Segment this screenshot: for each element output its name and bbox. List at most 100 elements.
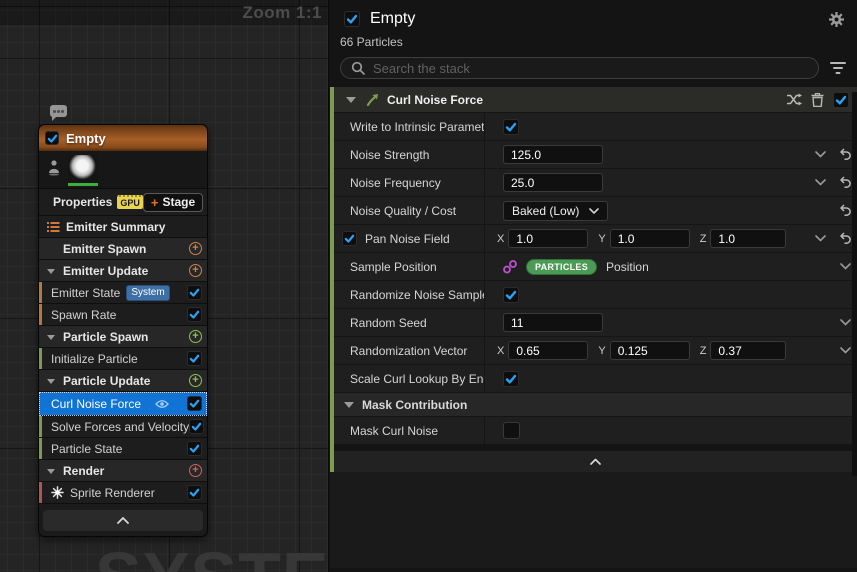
node-row-sprite-renderer[interactable]: Sprite Renderer: [39, 482, 207, 504]
mask-curl-noise-checkbox[interactable]: [503, 422, 520, 439]
node-row-particle-state[interactable]: Particle State: [39, 438, 207, 460]
axis-y-label: Y: [598, 233, 605, 245]
scale-curl-checkbox[interactable]: [503, 371, 519, 387]
chevron-down-icon[interactable]: [815, 179, 826, 186]
write-intrinsic-checkbox[interactable]: [503, 119, 519, 135]
module-enabled-checkbox[interactable]: [187, 285, 202, 300]
stack-collapse-button[interactable]: [334, 451, 857, 472]
gear-icon[interactable]: [828, 11, 845, 28]
search-row: Search the stack: [330, 49, 857, 87]
rand-y-input[interactable]: [610, 341, 690, 360]
property-row-mask-curl-noise: Mask Curl Noise: [334, 417, 857, 445]
node-row-emitter-state[interactable]: Emitter State System: [39, 282, 207, 304]
property-row-write-intrinsic: Write to Intrinsic Paramet: [334, 113, 857, 141]
comment-bubble-icon[interactable]: [50, 105, 67, 117]
chevron-down-icon[interactable]: [840, 319, 851, 326]
random-seed-input[interactable]: [503, 313, 603, 332]
person-icon: [48, 159, 60, 177]
graph-watermark: SYSTEM: [95, 537, 329, 572]
chevron-down-icon[interactable]: [840, 263, 851, 270]
search-icon: [351, 61, 365, 75]
chevron-down-icon[interactable]: [47, 269, 55, 274]
chevron-down-icon[interactable]: [840, 347, 851, 354]
axis-z-label: Z: [700, 233, 707, 245]
gpu-badge: GPU: [117, 195, 143, 209]
rand-z-input[interactable]: [710, 341, 786, 360]
node-row-spawn-rate[interactable]: Spawn Rate: [39, 304, 207, 326]
emitter-enabled-checkbox[interactable]: [45, 131, 59, 145]
node-section-render[interactable]: Render +: [39, 460, 207, 482]
randomize-noise-checkbox[interactable]: [503, 287, 519, 303]
pan-noise-field-checkbox[interactable]: [342, 231, 357, 246]
add-module-icon[interactable]: +: [189, 264, 202, 277]
chevron-down-icon[interactable]: [815, 151, 826, 158]
scrollbar-track[interactable]: [852, 92, 857, 476]
noise-strength-input[interactable]: [503, 145, 603, 164]
property-label: Scale Curl Lookup By Eng: [334, 365, 485, 392]
node-row-curl-noise-force[interactable]: Curl Noise Force: [39, 392, 207, 416]
chevron-down-icon[interactable]: [47, 469, 55, 474]
module-enabled-checkbox[interactable]: [189, 419, 204, 434]
chevron-down-icon[interactable]: [815, 235, 826, 242]
emitter-node-header[interactable]: Empty: [39, 125, 207, 151]
add-renderer-icon[interactable]: +: [189, 464, 202, 477]
linked-attribute-name[interactable]: Position: [606, 260, 649, 274]
node-row-solve-forces[interactable]: Solve Forces and Velocity: [39, 416, 207, 438]
node-row-initialize-particle[interactable]: Initialize Particle: [39, 348, 207, 370]
pan-y-input[interactable]: [610, 229, 690, 248]
property-row-sample-position: Sample Position PARTICLES Position: [334, 253, 857, 281]
property-row-randomize-noise: Randomize Noise Sample: [334, 281, 857, 309]
reset-icon[interactable]: [837, 148, 851, 161]
pan-z-input[interactable]: [710, 229, 786, 248]
module-arrow-icon: [366, 93, 379, 106]
emitter-enabled-checkbox[interactable]: [344, 11, 360, 27]
module-enabled-checkbox[interactable]: [187, 441, 202, 456]
chevron-down-icon[interactable]: [47, 379, 55, 384]
emitter-thumbnail-row: [39, 151, 207, 189]
selection-panel: Empty 66 Particles Search the stack: [330, 0, 857, 572]
module-enabled-checkbox[interactable]: [187, 485, 202, 500]
emitter-thumbnail[interactable]: [68, 155, 98, 186]
particles-namespace-badge[interactable]: PARTICLES: [526, 259, 597, 275]
niagara-graph-canvas[interactable]: Zoom 1:1 SYSTEM Empty: [0, 0, 329, 572]
module-enabled-checkbox[interactable]: [187, 307, 202, 322]
link-icon: [503, 260, 517, 274]
reset-icon[interactable]: [837, 176, 851, 189]
axis-y-label: Y: [598, 345, 605, 357]
curl-noise-force-header[interactable]: Curl Noise Force: [334, 87, 857, 113]
chevron-down-icon[interactable]: [346, 97, 356, 103]
trash-icon[interactable]: [811, 93, 824, 107]
chevron-down-icon[interactable]: [47, 335, 55, 340]
add-module-icon[interactable]: +: [189, 374, 202, 387]
add-module-icon[interactable]: +: [189, 330, 202, 343]
node-section-emitter-spawn[interactable]: Emitter Spawn +: [39, 238, 207, 260]
pan-x-input[interactable]: [508, 229, 588, 248]
property-row-scale-curl-lookup: Scale Curl Lookup By Eng: [334, 365, 857, 393]
stage-color-bar: [39, 282, 42, 303]
search-input[interactable]: Search the stack: [340, 57, 819, 79]
reset-icon[interactable]: [837, 232, 851, 245]
node-section-particle-spawn[interactable]: Particle Spawn +: [39, 326, 207, 348]
add-stage-button[interactable]: + Stage: [143, 193, 203, 212]
add-module-icon[interactable]: +: [189, 242, 202, 255]
noise-quality-dropdown[interactable]: Baked (Low): [503, 201, 608, 221]
module-enabled-checkbox[interactable]: [187, 396, 202, 411]
property-row-random-seed: Random Seed: [334, 309, 857, 337]
property-row-noise-quality: Noise Quality / Cost Baked (Low): [334, 197, 857, 225]
module-enabled-checkbox[interactable]: [187, 351, 202, 366]
noise-frequency-input[interactable]: [503, 173, 603, 192]
node-section-particle-update[interactable]: Particle Update +: [39, 370, 207, 392]
module-enabled-checkbox[interactable]: [833, 92, 849, 108]
filter-icon[interactable]: [829, 61, 847, 75]
emitter-node[interactable]: Empty Properties GPU +: [38, 124, 208, 537]
node-section-emitter-update[interactable]: Emitter Update +: [39, 260, 207, 282]
rand-x-input[interactable]: [508, 341, 588, 360]
node-row-emitter-summary[interactable]: Emitter Summary: [39, 216, 207, 238]
mask-contribution-header[interactable]: Mask Contribution: [334, 393, 857, 417]
node-row-properties[interactable]: Properties GPU + Stage: [39, 189, 207, 216]
node-collapse-button[interactable]: [43, 510, 203, 531]
reset-icon[interactable]: [837, 204, 851, 217]
eye-icon[interactable]: [155, 399, 169, 409]
emitter-node-title: Empty: [66, 131, 106, 146]
shuffle-icon[interactable]: [786, 93, 802, 106]
